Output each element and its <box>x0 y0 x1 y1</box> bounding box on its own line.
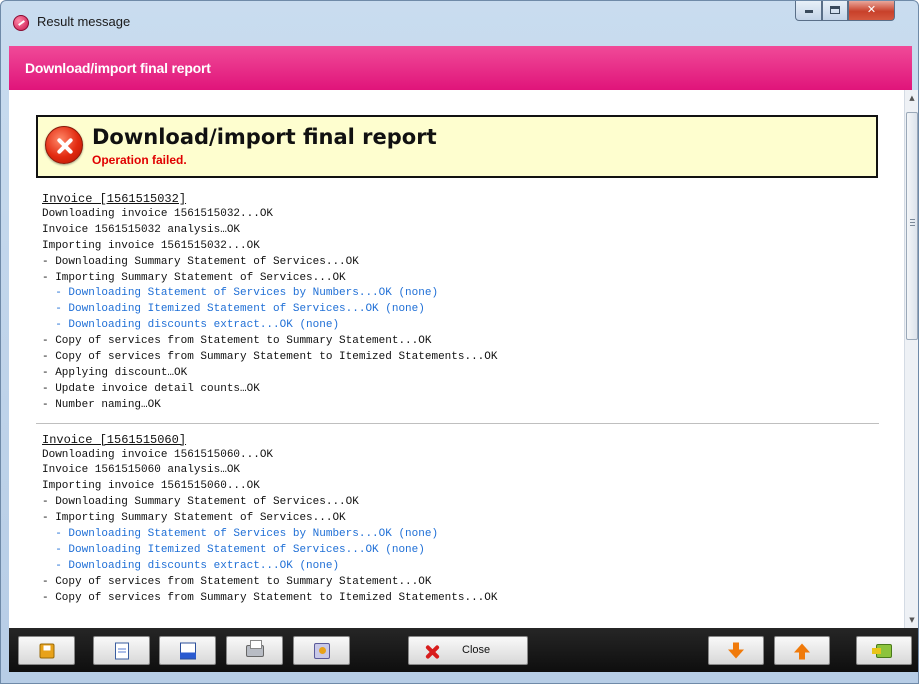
settings-button[interactable] <box>293 636 350 665</box>
maximize-icon <box>830 6 840 14</box>
vertical-scrollbar[interactable]: ▲ ▼ <box>904 90 918 628</box>
log-line: - Downloading Itemized Statement of Serv… <box>42 303 425 316</box>
document-icon <box>114 642 129 659</box>
log-line: Importing invoice 1561515060...OK <box>42 480 260 493</box>
log-line: - Importing Summary Statement of Service… <box>42 271 346 284</box>
log-line: Downloading invoice 1561515032...OK <box>42 208 274 220</box>
log-line: - Copy of services from Summary Statemen… <box>42 351 498 364</box>
log-line: - Update invoice detail counts…OK <box>42 382 260 395</box>
log-line: - Downloading discounts extract...OK (no… <box>42 319 340 332</box>
save-icon <box>39 643 54 658</box>
grip-icon <box>910 219 915 226</box>
exit-button[interactable] <box>856 636 912 665</box>
log-line: Downloading invoice 1561515060...OK <box>42 448 274 461</box>
report-content[interactable]: Download/import final report Operation f… <box>9 90 904 628</box>
close-button-label: Close <box>462 644 491 656</box>
scroll-up-icon[interactable]: ▲ <box>905 90 919 106</box>
log-line: - Downloading Summary Statement of Servi… <box>42 496 359 509</box>
previous-error-button[interactable] <box>774 636 830 665</box>
maximize-button[interactable] <box>822 1 848 21</box>
error-icon <box>45 126 83 164</box>
log-line: Importing invoice 1561515032...OK <box>42 239 260 252</box>
report-header-title: Download/import final report <box>25 60 211 76</box>
html-icon <box>179 642 196 659</box>
tools-icon <box>313 642 330 659</box>
scroll-down-icon[interactable]: ▼ <box>905 612 919 628</box>
export-html-button[interactable] <box>159 636 216 665</box>
alert-title: Download/import final report <box>92 125 437 149</box>
next-error-button[interactable] <box>708 636 764 665</box>
minimize-icon <box>804 10 813 13</box>
exit-icon <box>872 643 892 658</box>
close-icon <box>424 644 440 660</box>
save-button[interactable] <box>18 636 75 665</box>
log-line: - Copy of services from Statement to Sum… <box>42 575 432 588</box>
title-bar[interactable]: Result message ✕ <box>1 1 918 45</box>
log-line: - Downloading Itemized Statement of Serv… <box>42 543 425 556</box>
report-header: Download/import final report <box>9 46 912 90</box>
close-button[interactable]: Close <box>408 636 528 665</box>
scroll-thumb[interactable] <box>906 112 918 340</box>
print-button[interactable] <box>226 636 283 665</box>
app-icon <box>13 15 29 31</box>
copy-button[interactable] <box>93 636 150 665</box>
result-message-window: Result message ✕ Download/import final r… <box>0 0 919 684</box>
log-line: Invoice 1561515032 analysis…OK <box>42 223 241 236</box>
window-close-button[interactable]: ✕ <box>848 1 895 21</box>
report-log: Invoice [1561515032] Downloading invoice … <box>36 191 879 607</box>
log-line: - Downloading Statement of Services by N… <box>42 287 439 300</box>
invoice-section: Invoice [1561515060] Downloading invoice … <box>42 432 878 607</box>
log-line: - Importing Summary Statement of Service… <box>42 512 346 525</box>
invoice-heading: Invoice [1561515032] <box>42 192 187 206</box>
arrow-down-icon <box>728 642 744 658</box>
minimize-button[interactable] <box>795 1 822 21</box>
log-line: - Copy of services from Statement to Sum… <box>42 335 432 348</box>
alert-status: Operation failed. <box>92 153 187 167</box>
invoice-heading: Invoice [1561515060] <box>42 432 187 447</box>
log-line: - Applying discount…OK <box>42 366 188 379</box>
log-line: - Number naming…OK <box>42 398 161 411</box>
log-line: - Downloading Statement of Services by N… <box>42 528 439 541</box>
alert-box: Download/import final report Operation f… <box>36 115 878 178</box>
section-divider <box>36 422 879 424</box>
bottom-toolbar: Close <box>9 628 918 672</box>
window-title: Result message <box>37 14 131 29</box>
log-line: - Downloading Summary Statement of Servi… <box>42 255 359 268</box>
printer-icon <box>245 639 264 657</box>
log-line: - Downloading discounts extract...OK (no… <box>42 559 340 572</box>
log-line: - Copy of services from Summary Statemen… <box>42 591 498 604</box>
arrow-up-icon <box>794 643 810 659</box>
invoice-section: Invoice [1561515032] Downloading invoice … <box>42 191 878 414</box>
log-line: Invoice 1561515060 analysis…OK <box>42 464 241 477</box>
